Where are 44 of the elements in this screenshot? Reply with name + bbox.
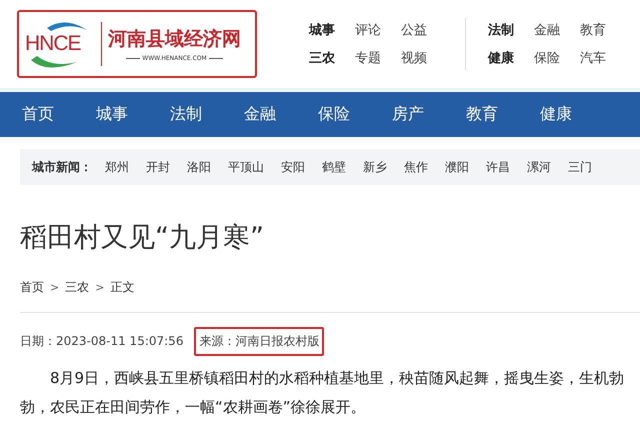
nav-item[interactable]: 金融 (244, 104, 318, 125)
city-link[interactable]: 许昌 (486, 158, 510, 176)
city-news-label: 城市新闻： (32, 158, 92, 176)
article-title: 稻田村又见“九月寒” (20, 221, 265, 255)
logo-mark: HNCE (25, 32, 81, 56)
top-link[interactable]: 视频 (401, 49, 447, 67)
article-paragraph: 8月9日，西峡县五里桥镇稻田村的水稻种植基地里，秧苗随风起舞，摇曳生姿，生机勃勃，农民正在田间劳作，一幅“农耕画卷”徐徐展开。 (20, 368, 626, 418)
top-link[interactable]: 专题 (355, 49, 401, 67)
nav-item[interactable]: 房产 (392, 104, 466, 125)
breadcrumb-separator: > (50, 281, 60, 294)
site-name: 河南县域经济网 (108, 27, 241, 52)
city-link[interactable]: 新乡 (363, 158, 387, 176)
city-link[interactable]: 漯河 (527, 158, 551, 176)
nav-item[interactable]: 保险 (318, 104, 392, 125)
breadcrumb-link[interactable]: 首页 (20, 279, 44, 296)
city-link[interactable]: 三门 (568, 158, 592, 176)
top-link[interactable]: 公益 (401, 21, 447, 39)
city-link[interactable]: 郑州 (105, 158, 129, 176)
top-link[interactable]: 保险 (534, 49, 580, 67)
city-link[interactable]: 平顶山 (228, 158, 264, 176)
nav-item[interactable]: 城事 (96, 104, 170, 125)
city-link[interactable]: 鹤壁 (322, 158, 346, 176)
top-link[interactable]: 教育 (580, 21, 626, 39)
city-link[interactable]: 开封 (146, 158, 170, 176)
publish-date: 日期：2023-08-11 15:07:56 (20, 333, 184, 350)
top-link[interactable]: 三农 (309, 49, 355, 67)
city-link[interactable]: 安阳 (281, 158, 305, 176)
city-link[interactable]: 洛阳 (187, 158, 211, 176)
top-link[interactable]: 法制 (488, 21, 534, 39)
city-link[interactable]: 焦作 (404, 158, 428, 176)
breadcrumb-link[interactable]: 三农 (65, 279, 90, 296)
nav-item[interactable]: 首页 (22, 104, 96, 125)
nav-item[interactable]: 法制 (170, 104, 244, 125)
city-link[interactable]: 濮阳 (445, 158, 469, 176)
nav-item[interactable]: 教育 (466, 104, 540, 125)
article-source: 来源：河南日报农村版 (194, 327, 324, 356)
top-link[interactable]: 评论 (355, 21, 401, 39)
top-link[interactable]: 金融 (534, 21, 580, 39)
breadcrumb-link[interactable]: 正文 (110, 279, 134, 296)
top-link[interactable]: 汽车 (580, 49, 626, 67)
top-link[interactable]: 城事 (309, 21, 355, 39)
breadcrumb-separator: > (95, 281, 104, 294)
top-link[interactable]: 健康 (488, 49, 534, 67)
nav-item[interactable]: 健康 (540, 104, 614, 125)
